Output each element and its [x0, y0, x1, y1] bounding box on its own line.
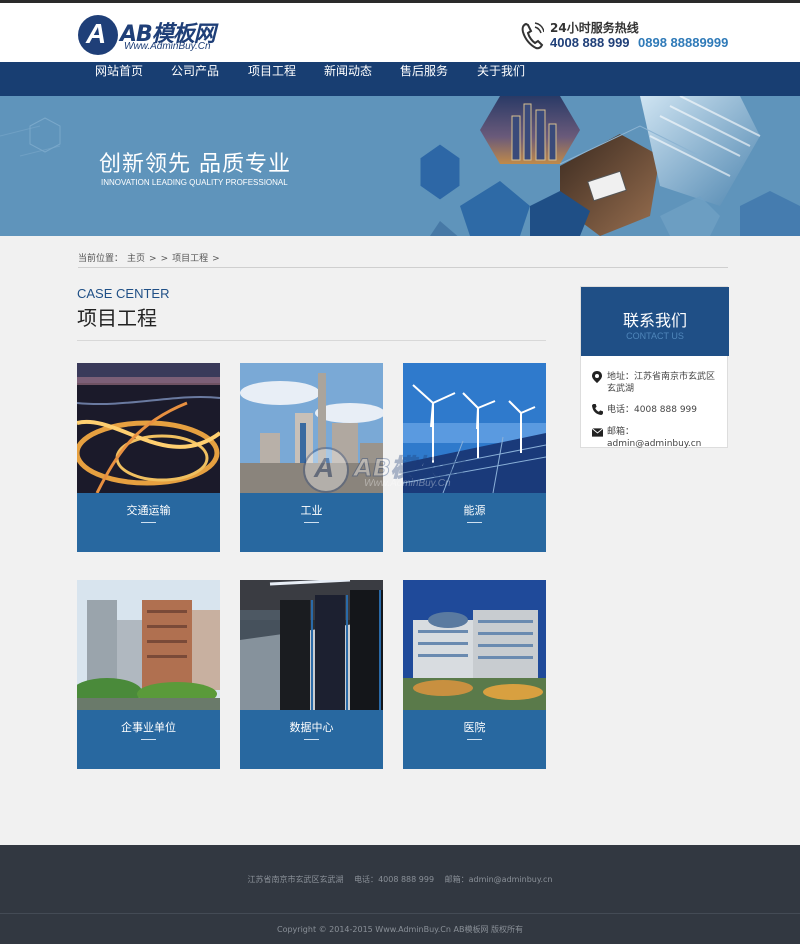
case-image-server-room	[240, 580, 383, 710]
watermark-subtitle: Www.AdminBuy.Cn	[364, 478, 451, 489]
site-footer: 江苏省南京市玄武区玄武湖 电话：4008 888 999 邮箱：admin@ad…	[0, 845, 800, 944]
case-card-hospital[interactable]: 医院	[403, 580, 546, 769]
phone-icon	[592, 404, 603, 415]
case-image-highway	[77, 363, 220, 493]
section-title-zh: 项目工程	[77, 306, 157, 330]
nav-item-service[interactable]: 售后服务	[400, 62, 448, 96]
banner-subtitle: INNOVATION LEADING QUALITY PROFESSIONAL	[101, 178, 288, 187]
envelope-icon	[592, 428, 603, 437]
case-image-hospital	[403, 580, 546, 710]
case-image-office-buildings	[77, 580, 220, 710]
contact-address: 地址：江苏省南京市玄武区玄武湖	[592, 371, 724, 397]
case-label-underline	[141, 522, 156, 523]
contact-header: 联系我们 CONTACT US	[581, 287, 729, 356]
nav-item-products[interactable]: 公司产品	[171, 62, 219, 96]
hotline-number-1: 4008 888 999	[550, 35, 630, 50]
email-link[interactable]: admin@adminbuy.cn	[607, 439, 701, 449]
case-card-datacenter[interactable]: 数据中心	[240, 580, 383, 769]
case-label-underline	[304, 522, 319, 523]
hotline-label: 24小时服务热线	[550, 21, 639, 35]
breadcrumb-prefix: 当前位置：	[78, 254, 124, 264]
contact-phone: 电话：4008 888 999	[592, 404, 724, 416]
footer-divider	[0, 913, 800, 914]
banner-title: 创新领先 品质专业	[99, 152, 291, 177]
contact-panel: 联系我们 CONTACT US 地址：江苏省南京市玄武区玄武湖 电话：4008 …	[580, 286, 729, 449]
case-label: 数据中心	[289, 721, 334, 734]
footer-contact-info: 江苏省南京市玄武区玄武湖 电话：4008 888 999 邮箱：admin@ad…	[0, 874, 800, 885]
case-label-underline	[467, 522, 482, 523]
footer-phone-label: 电话：	[354, 875, 379, 884]
logo-subtitle: Www.AdminBuy.Cn	[124, 41, 211, 52]
phone-label: 电话：	[607, 405, 635, 415]
watermark-letter: A	[314, 452, 335, 483]
case-card-transport[interactable]: 交通运输	[77, 363, 220, 552]
breadcrumb-separator: >	[212, 254, 220, 264]
section-divider	[77, 340, 546, 341]
service-hotline: 24小时服务热线 4008 888 999 0898 88889999	[520, 18, 750, 54]
logo-letter: A	[86, 18, 107, 49]
footer-email: 邮箱：admin@adminbuy.cn	[445, 875, 553, 884]
case-label: 工业	[300, 504, 323, 517]
nav-item-about[interactable]: 关于我们	[477, 62, 525, 96]
footer-email-label: 邮箱：	[444, 875, 469, 884]
nav-item-news[interactable]: 新闻动态	[324, 62, 372, 96]
nav-item-projects[interactable]: 项目工程	[248, 62, 296, 96]
hotline-number-2: 0898 88889999	[638, 35, 729, 50]
logo-watermark: A AB模板网 Www.AdminBuy.Cn	[300, 440, 500, 500]
footer-phone-value: 4008 888 999	[378, 875, 435, 884]
breadcrumb-home-link[interactable]: 主页	[127, 254, 145, 264]
breadcrumb: 当前位置： 主页 > > 项目工程 >	[78, 251, 728, 268]
case-label: 医院	[463, 721, 486, 734]
case-card-enterprise[interactable]: 企事业单位	[77, 580, 220, 769]
breadcrumb-separator: >	[149, 254, 157, 264]
case-label-underline	[304, 739, 319, 740]
hero-banner: 创新领先 品质专业 INNOVATION LEADING QUALITY PRO…	[0, 96, 800, 236]
site-logo[interactable]: A AB模板网 Www.AdminBuy.Cn	[78, 15, 238, 55]
contact-title: 联系我们	[622, 311, 687, 330]
contact-subtitle: CONTACT US	[626, 331, 684, 341]
phone-value: 4008 888 999	[634, 405, 697, 415]
footer-phone: 电话：4008 888 999	[354, 875, 434, 884]
footer-copyright: Copyright © 2014-2015 Www.AdminBuy.Cn AB…	[276, 925, 524, 934]
location-pin-icon	[592, 371, 602, 383]
case-label-underline	[467, 739, 482, 740]
logo-mark: A	[78, 15, 118, 55]
section-title-en: CASE CENTER	[77, 286, 170, 301]
case-label: 能源	[463, 504, 486, 517]
case-label: 企事业单位	[121, 721, 176, 734]
case-label: 交通运输	[126, 504, 171, 517]
site-header: A AB模板网 Www.AdminBuy.Cn 24小时服务热线 4008 88…	[0, 0, 800, 62]
footer-address: 江苏省南京市玄武区玄武湖	[247, 875, 344, 884]
case-label-underline	[141, 739, 156, 740]
contact-email: 邮箱： admin@adminbuy.cn	[592, 426, 724, 449]
footer-email-link[interactable]: admin@adminbuy.cn	[469, 875, 553, 884]
breadcrumb-current-link[interactable]: 项目工程	[172, 254, 208, 264]
address-label: 地址：	[607, 372, 635, 382]
email-label: 邮箱：	[607, 427, 635, 437]
main-nav: 网站首页 公司产品 项目工程 新闻动态 售后服务 关于我们	[0, 62, 800, 96]
phone-icon	[521, 22, 544, 50]
nav-item-home[interactable]: 网站首页	[95, 62, 143, 96]
breadcrumb-separator: >	[160, 254, 169, 264]
